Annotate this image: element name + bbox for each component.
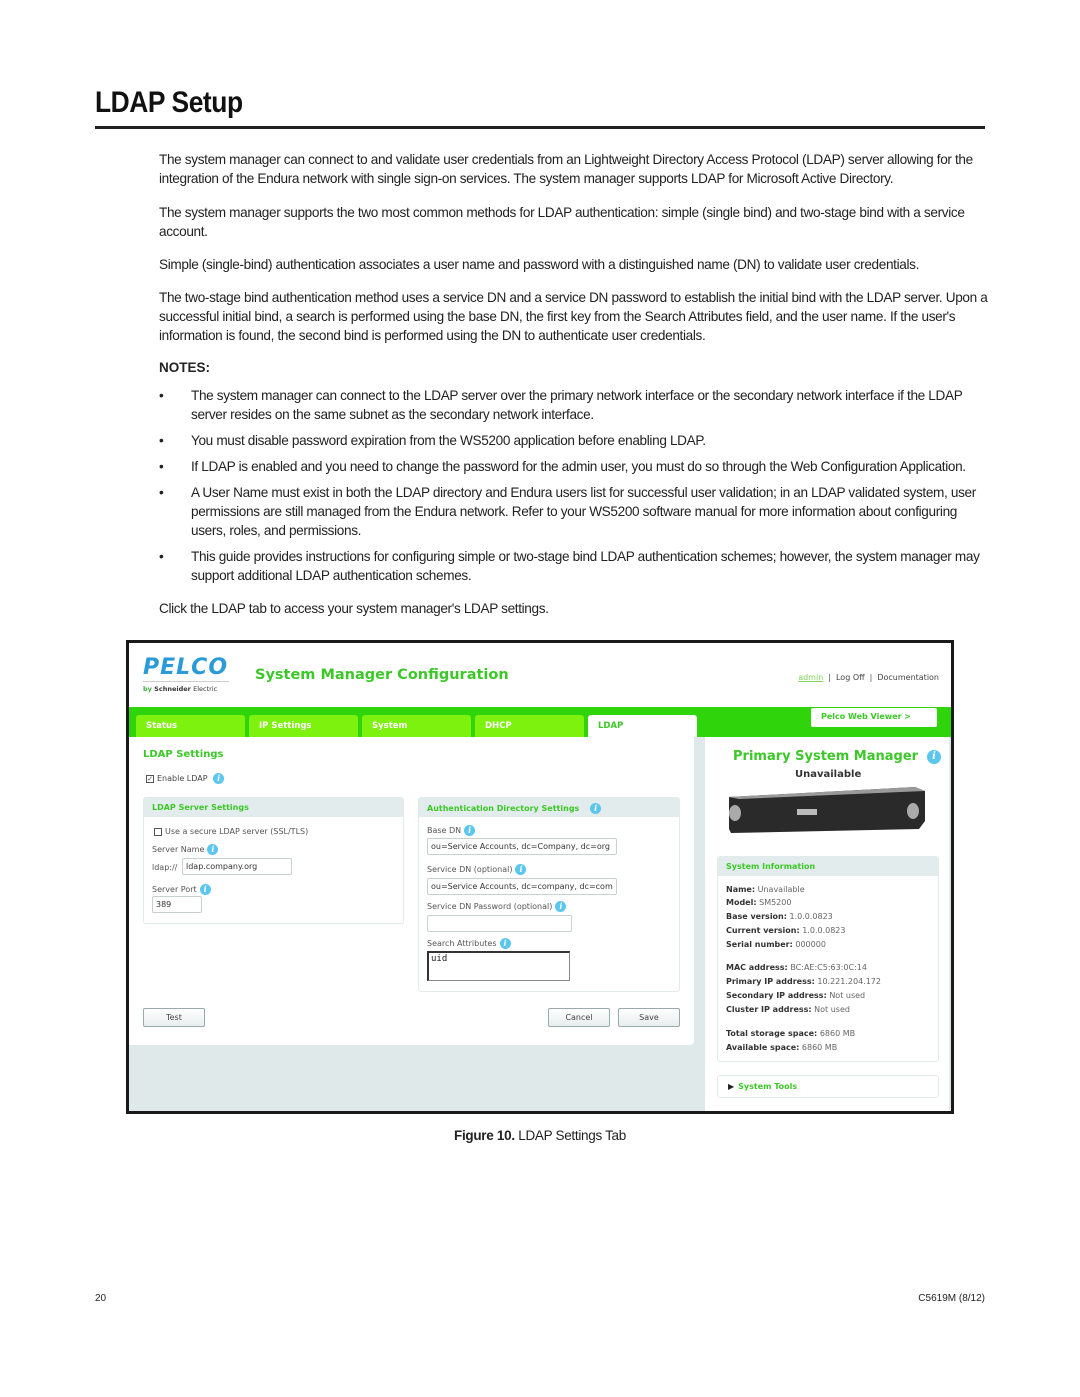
- enable-ldap-row: ✓ Enable LDAP i: [146, 773, 225, 784]
- info-icon[interactable]: i: [199, 884, 211, 895]
- service-dn-password-input[interactable]: [427, 915, 572, 932]
- system-information-panel: System Information Name: Unavailable Mod…: [717, 856, 939, 1062]
- title-divider: [95, 126, 985, 129]
- cancel-button[interactable]: Cancel: [548, 1008, 610, 1027]
- ldap-settings-screenshot: PELCO by Schneider Electric System Manag…: [126, 640, 954, 1114]
- logo-divider: [143, 681, 229, 682]
- service-dn-password-label: Service DN Password (optional) i: [427, 901, 567, 912]
- paragraph: The system manager can connect to and va…: [159, 152, 973, 186]
- info-icon[interactable]: i: [555, 901, 567, 912]
- logout-link[interactable]: Log Off: [836, 673, 865, 682]
- info-icon[interactable]: i: [515, 864, 527, 875]
- info-name: Name: Unavailable: [726, 885, 805, 894]
- info-available-space: Available space: 6860 MB: [726, 1043, 838, 1052]
- panel-title: System Information: [718, 857, 938, 876]
- user-link[interactable]: admin: [798, 673, 823, 682]
- service-dn-input[interactable]: ou=Service Accounts, dc=company, dc=com: [427, 878, 617, 895]
- server-name-label: Server Name i: [152, 844, 219, 855]
- search-attributes-label: Search Attributes i: [427, 938, 511, 949]
- app-title: System Manager Configuration: [255, 667, 509, 683]
- bullet-icon: •: [159, 433, 164, 448]
- ldap-prefix: ldap://: [152, 863, 178, 872]
- info-current-version: Current version: 1.0.0.0823: [726, 926, 846, 935]
- panel-title: LDAP Server Settings: [144, 798, 403, 817]
- manager-status: Unavailable: [795, 769, 862, 780]
- info-icon[interactable]: i: [207, 844, 219, 855]
- tab-ip-settings[interactable]: IP Settings: [249, 715, 358, 737]
- tab-dhcp[interactable]: DHCP: [475, 715, 584, 737]
- system-tools-expander[interactable]: ▶ System Tools: [717, 1075, 939, 1098]
- base-dn-input[interactable]: ou=Service Accounts, dc=Company, dc=org: [427, 838, 617, 855]
- test-button[interactable]: Test: [143, 1008, 205, 1027]
- info-model: Model: SM5200: [726, 898, 792, 907]
- system-manager-sidebar: Primary System Manager i Unavailable Sys…: [705, 737, 949, 1111]
- ldap-server-settings-panel: LDAP Server Settings Use a secure LDAP s…: [143, 797, 404, 924]
- info-icon[interactable]: i: [464, 825, 476, 836]
- ldap-settings-panel: LDAP Settings ✓ Enable LDAP i LDAP Server…: [129, 737, 694, 1045]
- info-mac-address: MAC address: BC:AE:C5:63:0C:14: [726, 963, 867, 972]
- document-code: C5619M (8/12): [918, 1293, 985, 1304]
- server-port-input[interactable]: 389: [152, 896, 202, 913]
- separator: |: [828, 673, 831, 682]
- secure-ldap-checkbox[interactable]: [154, 827, 162, 836]
- info-cluster-ip: Cluster IP address: Not used: [726, 1005, 850, 1014]
- secure-ldap-row: Use a secure LDAP server (SSL/TLS): [154, 827, 308, 836]
- server-device-image: [729, 787, 925, 833]
- bullet-icon: •: [159, 459, 164, 474]
- info-icon[interactable]: i: [927, 750, 941, 764]
- logo-tagline: by Schneider Electric: [143, 685, 218, 693]
- info-total-storage: Total storage space: 6860 MB: [726, 1029, 856, 1038]
- info-serial-number: Serial number: 000000: [726, 940, 826, 949]
- bullet-icon: •: [159, 549, 164, 564]
- page-number: 20: [95, 1293, 107, 1304]
- auth-directory-settings-panel: Authentication Directory Settings i Base…: [418, 797, 680, 992]
- info-icon[interactable]: i: [499, 938, 511, 949]
- bullet-icon: •: [159, 485, 164, 500]
- expand-triangle-icon: ▶: [728, 1082, 735, 1091]
- notes-heading: NOTES:: [159, 360, 211, 375]
- pelco-web-viewer-button[interactable]: Pelco Web Viewer >: [811, 708, 937, 727]
- instruction-text: Click the LDAP tab to access your system…: [159, 601, 549, 616]
- pelco-logo: PELCO: [143, 655, 229, 680]
- save-button[interactable]: Save: [618, 1008, 680, 1027]
- paragraph: The two-stage bind authentication method…: [159, 290, 988, 343]
- separator: |: [869, 673, 873, 682]
- secure-ldap-label: Use a secure LDAP server (SSL/TLS): [165, 827, 309, 836]
- enable-ldap-checkbox[interactable]: ✓: [146, 774, 154, 783]
- info-base-version: Base version: 1.0.0.0823: [726, 912, 833, 921]
- enable-ldap-label: Enable LDAP: [157, 774, 208, 783]
- page-title: LDAP Setup: [95, 86, 243, 119]
- figure-caption: Figure 10. LDAP Settings Tab: [454, 1128, 626, 1143]
- search-attributes-textarea[interactable]: uid: [427, 951, 570, 981]
- top-links: admin | Log Off | Documentation: [798, 673, 939, 682]
- paragraph: The system manager supports the two most…: [159, 205, 965, 239]
- info-secondary-ip: Secondary IP address: Not used: [726, 991, 866, 1000]
- section-title: LDAP Settings: [143, 749, 224, 760]
- bullet-icon: •: [159, 388, 164, 403]
- info-icon[interactable]: i: [590, 803, 602, 814]
- base-dn-label: Base DN i: [427, 825, 476, 836]
- info-primary-ip: Primary IP address: 10.221.204.172: [726, 977, 881, 986]
- documentation-link[interactable]: Documentation: [877, 673, 939, 682]
- server-port-label: Server Port i: [152, 884, 211, 895]
- primary-system-manager-title: Primary System Manager: [733, 749, 919, 764]
- tab-status[interactable]: Status: [136, 715, 245, 737]
- tab-system[interactable]: System: [362, 715, 471, 737]
- tab-ldap[interactable]: LDAP: [588, 715, 697, 737]
- service-dn-label: Service DN (optional) i: [427, 864, 527, 875]
- info-icon[interactable]: i: [213, 773, 225, 784]
- system-tools-label: System Tools: [738, 1082, 798, 1091]
- server-name-input[interactable]: ldap.company.org: [182, 858, 292, 875]
- paragraph: Simple (single-bind) authentication asso…: [159, 257, 920, 272]
- panel-title: Authentication Directory Settings i: [419, 798, 679, 817]
- app-header: PELCO by Schneider Electric System Manag…: [129, 643, 951, 707]
